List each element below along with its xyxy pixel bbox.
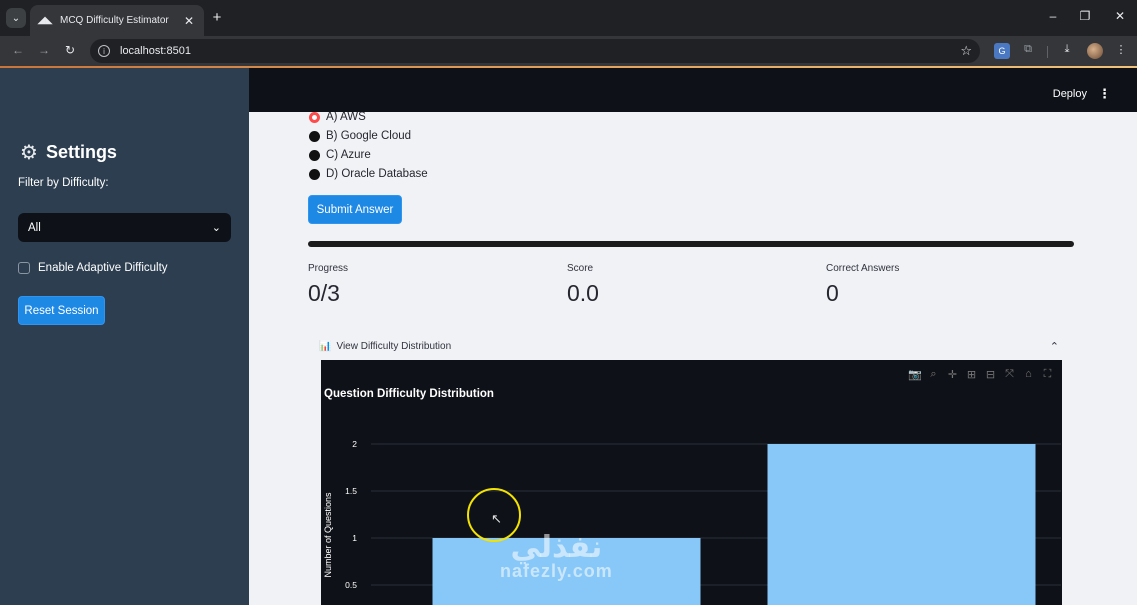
submit-answer-button[interactable]: Submit Answer (308, 195, 402, 224)
difficulty-distribution-expander[interactable]: 📊 View Difficulty Distribution ⌃ (319, 332, 1063, 360)
tab-search-button[interactable]: ⌄ (6, 8, 26, 28)
toolbar-divider (1047, 46, 1048, 58)
answer-option[interactable]: B) Google Cloud (309, 130, 411, 142)
gear-icon: ⚙ (20, 142, 38, 164)
answer-option-label: D) Oracle Database (326, 168, 428, 180)
watermark-arabic: نفذلي (510, 531, 603, 564)
streamlit-favicon-icon: ◢◣ (37, 15, 53, 26)
zoom-in-icon[interactable]: ⊞ (965, 368, 978, 381)
difficulty-chart: 📷 ⌕ ✛ ⊞ ⊟ ⤧ ⌂ ⛶ Question Difficulty Dist… (321, 360, 1062, 605)
minimize-icon[interactable]: – (1045, 9, 1061, 23)
watermark: نفذلي nafezly.com (500, 530, 613, 582)
sidebar-title: ⚙ Settings (20, 140, 117, 165)
chevron-up-icon[interactable]: ⌃ (1050, 340, 1059, 353)
adaptive-difficulty-toggle[interactable]: Enable Adaptive Difficulty (18, 262, 168, 274)
pan-icon[interactable]: ✛ (946, 368, 959, 381)
bar-chart-icon: 📊 (319, 340, 332, 352)
extensions-puzzle-icon[interactable]: ⧉ (1020, 43, 1036, 59)
download-icon[interactable]: ⤓ (1059, 43, 1075, 59)
browser-tab-strip: ⌄ ◢◣ MCQ Difficulty Estimator ✕ + – ❐ ✕ (0, 0, 1137, 36)
radio-icon[interactable] (309, 168, 320, 180)
y-axis-label: Number of Questions (323, 492, 333, 578)
metric-progress: Progress 0/3 (308, 263, 348, 307)
site-info-icon[interactable]: i (98, 45, 110, 57)
adaptive-difficulty-checkbox[interactable] (18, 262, 30, 274)
bookmark-star-icon[interactable]: ☆ (960, 43, 972, 59)
metric-value: 0.0 (567, 280, 599, 306)
deploy-button[interactable]: Deploy (1053, 88, 1087, 100)
reset-session-button[interactable]: Reset Session (18, 296, 105, 325)
answer-option-label: A) AWS (326, 112, 366, 123)
mouse-cursor-icon: ↖ (491, 511, 502, 526)
zoom-icon[interactable]: ⌕ (927, 368, 940, 381)
answer-option[interactable]: A) AWS (309, 112, 366, 123)
chart-svg: Question Difficulty Distribution 0.5 1 1.5 2… (323, 388, 1061, 605)
zoom-out-icon[interactable]: ⊟ (984, 368, 997, 381)
metric-label: Correct Answers (826, 263, 900, 274)
answer-option-label: C) Azure (326, 149, 371, 161)
address-bar[interactable]: i localhost:8501 ☆ (90, 39, 980, 63)
chart-title: Question Difficulty Distribution (324, 388, 494, 400)
metric-label: Progress (308, 263, 349, 274)
main-content: A) AWS B) Google Cloud C) Azure D) Oracl… (249, 112, 1137, 605)
metric-correct-answers: Correct Answers 0 (826, 263, 899, 307)
window-close-icon[interactable]: ✕ (1112, 9, 1128, 23)
app-menu-icon[interactable]: ⋮ (1098, 86, 1111, 102)
browser-toolbar: ← → ↻ i localhost:8501 ☆ G ⧉ ⤓ ⋮ (0, 36, 1137, 66)
difficulty-filter-select[interactable]: All ⌄ (18, 213, 231, 242)
metric-score: Score 0.0 (567, 263, 599, 307)
autoscale-icon[interactable]: ⤧ (1003, 368, 1016, 381)
adaptive-difficulty-label: Enable Adaptive Difficulty (38, 262, 168, 274)
back-icon[interactable]: ← (10, 43, 26, 57)
y-tick-label: 1 (352, 533, 357, 543)
metric-value: 0/3 (308, 280, 340, 306)
restore-icon[interactable]: ❐ (1077, 9, 1093, 23)
chart-bar (767, 444, 1036, 605)
difficulty-filter-value: All (28, 221, 41, 234)
tab-title: MCQ Difficulty Estimator (60, 15, 169, 26)
y-tick-label: 2 (352, 439, 357, 449)
answer-option[interactable]: D) Oracle Database (309, 168, 428, 180)
difficulty-filter-label: Filter by Difficulty: (18, 177, 109, 189)
app-header: Deploy ⋮ (249, 68, 1137, 112)
radio-icon[interactable] (309, 149, 320, 161)
answer-option-label: B) Google Cloud (326, 130, 412, 142)
expander-label: View Difficulty Distribution (336, 340, 452, 352)
url-text: localhost:8501 (120, 45, 191, 57)
radio-icon[interactable] (309, 130, 320, 142)
sidebar: ⚙ Settings Filter by Difficulty: All ⌄ E… (0, 68, 249, 605)
chevron-down-icon: ⌄ (211, 222, 221, 234)
metric-value: 0 (826, 280, 839, 306)
watermark-url: nafezly.com (500, 561, 613, 581)
sidebar-title-text: Settings (45, 142, 117, 162)
profile-avatar[interactable] (1087, 43, 1103, 59)
camera-icon[interactable]: 📷 (908, 368, 922, 381)
metric-label: Score (567, 263, 594, 274)
y-tick-label: 0.5 (345, 580, 357, 590)
translate-extension-icon[interactable]: G (994, 43, 1010, 59)
reset-axes-icon[interactable]: ⌂ (1022, 368, 1035, 381)
fullscreen-icon[interactable]: ⛶ (1041, 368, 1054, 381)
chart-modebar: 📷 ⌕ ✛ ⊞ ⊟ ⤧ ⌂ ⛶ (908, 368, 1054, 381)
radio-selected-icon[interactable] (309, 112, 320, 123)
forward-icon[interactable]: → (36, 43, 52, 57)
tab-close-icon[interactable]: ✕ (182, 14, 196, 28)
progress-bar (308, 241, 1074, 247)
reload-icon[interactable]: ↻ (62, 43, 78, 57)
y-tick-label: 1.5 (345, 486, 357, 496)
answer-option[interactable]: C) Azure (309, 149, 371, 161)
new-tab-button[interactable]: + (208, 9, 226, 26)
browser-tab[interactable]: ◢◣ MCQ Difficulty Estimator ✕ (30, 5, 204, 36)
browser-menu-icon[interactable]: ⋮ (1113, 43, 1129, 59)
